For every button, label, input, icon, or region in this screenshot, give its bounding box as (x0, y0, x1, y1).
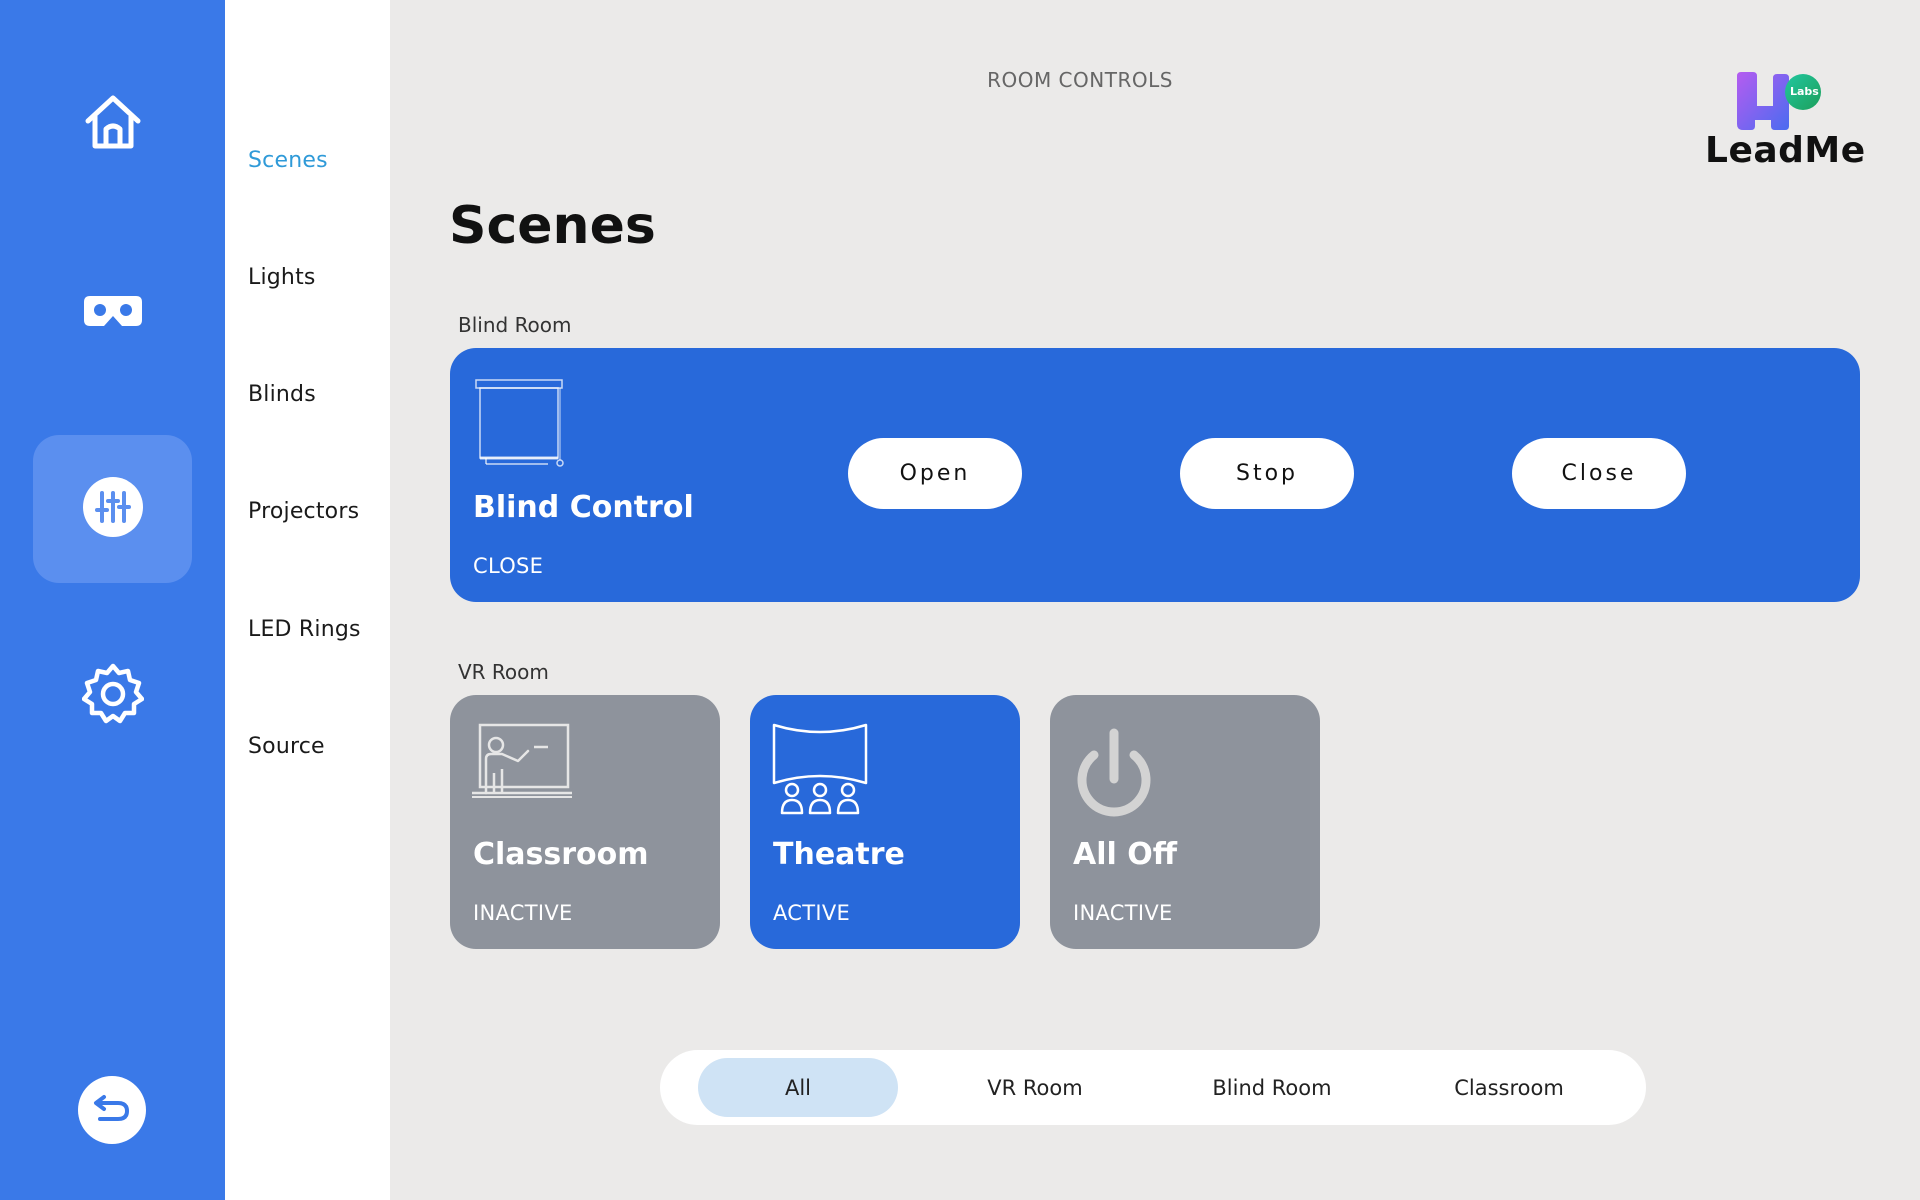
blind-stop-button[interactable]: Stop (1180, 438, 1354, 509)
scene-status-all-off: INACTIVE (1073, 901, 1173, 925)
vr-headset-icon (82, 292, 144, 336)
blind-control-status: CLOSE (473, 554, 544, 578)
subnav-item-blinds[interactable]: Blinds (248, 382, 316, 407)
scene-title-classroom: Classroom (473, 837, 649, 872)
back-button[interactable] (78, 1076, 146, 1144)
rail-home-button[interactable] (33, 50, 192, 198)
logo-badge: Labs (1790, 85, 1819, 98)
header-title: ROOM CONTROLS (987, 68, 1173, 92)
subnav-item-source[interactable]: Source (248, 734, 325, 759)
leadme-logo: Labs LeadMe (1705, 70, 1880, 180)
sub-navigation: Scenes Lights Blinds Projectors LED Ring… (225, 0, 390, 1200)
theatre-icon (772, 723, 872, 822)
scene-card-theatre[interactable]: Theatre ACTIVE (750, 695, 1020, 949)
main-content: ROOM CONTROLS Labs LeadMe Scenes Blind R… (390, 0, 1920, 1200)
blind-control-title: Blind Control (473, 490, 694, 525)
subnav-item-lights[interactable]: Lights (248, 265, 316, 290)
subnav-item-projectors[interactable]: Projectors (248, 499, 359, 524)
sliders-icon (82, 476, 144, 542)
section-label-blind-room: Blind Room (458, 313, 572, 337)
filter-tab-blind-room[interactable]: Blind Room (1172, 1058, 1372, 1117)
scene-status-classroom: INACTIVE (473, 901, 573, 925)
scene-card-classroom[interactable]: Classroom INACTIVE (450, 695, 720, 949)
filter-tab-classroom[interactable]: Classroom (1409, 1058, 1609, 1117)
blind-open-button[interactable]: Open (848, 438, 1022, 509)
scene-status-theatre: ACTIVE (773, 901, 851, 925)
scene-card-all-off[interactable]: All Off INACTIVE (1050, 695, 1320, 949)
blind-icon (472, 378, 564, 472)
blind-control-card: Blind Control CLOSE Open Stop Close (450, 348, 1860, 602)
subnav-item-led-rings[interactable]: LED Rings (248, 617, 361, 642)
home-icon (82, 91, 144, 157)
gear-icon (81, 663, 144, 729)
filter-tab-vr-room[interactable]: VR Room (935, 1058, 1135, 1117)
page-title: Scenes (449, 196, 656, 256)
room-filter-bar: All VR Room Blind Room Classroom (660, 1050, 1646, 1125)
logo-text: LeadMe (1705, 130, 1866, 171)
subnav-item-scenes[interactable]: Scenes (248, 148, 328, 173)
filter-tab-all[interactable]: All (698, 1058, 898, 1117)
back-icon (92, 1091, 132, 1129)
scene-title-all-off: All Off (1073, 837, 1178, 872)
rail-vr-button[interactable] (33, 240, 192, 388)
rail-controls-button[interactable] (33, 435, 192, 583)
leadme-logo-mark-icon (1737, 72, 1821, 130)
blind-close-button[interactable]: Close (1512, 438, 1686, 509)
power-icon (1072, 725, 1156, 829)
scene-title-theatre: Theatre (773, 837, 905, 872)
rail-settings-button[interactable] (33, 622, 192, 770)
icon-rail (0, 0, 225, 1200)
section-label-vr-room: VR Room (458, 660, 549, 684)
classroom-icon (472, 723, 572, 802)
